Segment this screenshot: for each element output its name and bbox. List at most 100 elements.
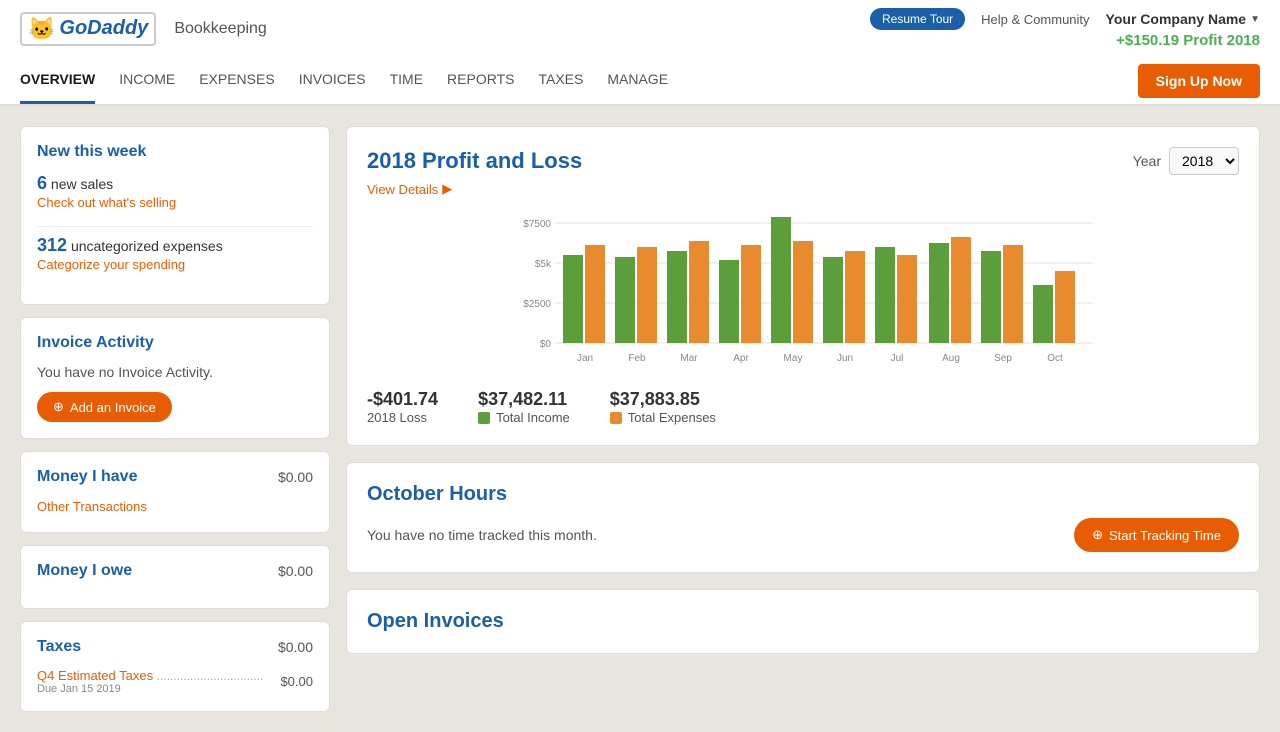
october-hours-title: October Hours	[367, 483, 1239, 506]
add-invoice-label: Add an Invoice	[70, 400, 156, 415]
income-label: Total Income	[478, 410, 570, 425]
header-top: 🐱 GoDaddy Bookkeeping Resume Tour Help &…	[0, 0, 1280, 57]
income-value: $37,482.11	[478, 389, 570, 410]
bookkeeping-label: Bookkeeping	[174, 20, 267, 38]
left-panel: New this week 6 new sales Check out what…	[20, 126, 330, 712]
help-community-link[interactable]: Help & Community	[981, 12, 1089, 27]
nav-manage[interactable]: MANAGE	[607, 57, 668, 104]
nav-income[interactable]: INCOME	[119, 57, 175, 104]
godaddy-logo-text: GoDaddy	[59, 17, 148, 40]
header: 🐱 GoDaddy Bookkeeping Resume Tour Help &…	[0, 0, 1280, 106]
loss-value: -$401.74	[367, 389, 438, 410]
right-panel: 2018 Profit and Loss Year 2018 2017 View…	[346, 126, 1260, 712]
money-owe-card: Money I owe $0.00	[20, 545, 330, 609]
expenses-stat: $37,883.85 Total Expenses	[610, 389, 716, 425]
svg-text:Feb: Feb	[628, 353, 646, 364]
taxes-q4-item: Q4 Estimated Taxes .....................…	[37, 668, 313, 695]
sales-item: 6 new sales Check out what's selling	[37, 173, 313, 212]
expenses-dot	[610, 412, 622, 424]
signup-button[interactable]: Sign Up Now	[1138, 64, 1260, 98]
invoice-activity-card: Invoice Activity You have no Invoice Act…	[20, 317, 330, 439]
october-hours-card: October Hours You have no time tracked t…	[346, 462, 1260, 573]
taxes-header: Taxes $0.00	[37, 638, 313, 656]
nav-reports[interactable]: REPORTS	[447, 57, 514, 104]
svg-text:$5k: $5k	[535, 259, 552, 270]
svg-text:Apr: Apr	[733, 353, 749, 364]
add-invoice-button[interactable]: ⊕ Add an Invoice	[37, 392, 172, 422]
expenses-item: 312 uncategorized expenses Categorize yo…	[37, 235, 313, 274]
header-right: Resume Tour Help & Community Your Compan…	[870, 8, 1260, 49]
pnl-title: 2018 Profit and Loss	[367, 148, 582, 174]
money-owe-header: Money I owe $0.00	[37, 562, 313, 580]
income-stat: $37,482.11 Total Income	[478, 389, 570, 425]
taxes-q4-left: Q4 Estimated Taxes .....................…	[37, 668, 263, 695]
money-have-card: Money I have $0.00 Other Transactions	[20, 451, 330, 533]
profit-display: +$150.19 Profit 2018	[1116, 32, 1260, 49]
taxes-title: Taxes	[37, 638, 81, 656]
svg-text:$0: $0	[540, 339, 552, 350]
loss-label: 2018 Loss	[367, 410, 438, 425]
pnl-chart-svg: $7500 $5k $2500 $0	[367, 213, 1239, 373]
expenses-count: 312	[37, 235, 67, 255]
nav-time[interactable]: TIME	[390, 57, 423, 104]
open-invoices-card: Open Invoices	[346, 589, 1260, 654]
taxes-card: Taxes $0.00 Q4 Estimated Taxes .........…	[20, 621, 330, 712]
october-hours-empty: You have no time tracked this month.	[367, 527, 597, 543]
company-dropdown-arrow: ▼	[1250, 14, 1260, 25]
track-label: Start Tracking Time	[1109, 528, 1221, 543]
year-select-area: Year 2018 2017	[1133, 147, 1239, 175]
expenses-value: $37,883.85	[610, 389, 716, 410]
q4-taxes-link[interactable]: Q4 Estimated Taxes .....................…	[37, 668, 263, 683]
pnl-card: 2018 Profit and Loss Year 2018 2017 View…	[346, 126, 1260, 446]
nav-taxes[interactable]: TAXES	[538, 57, 583, 104]
svg-text:May: May	[784, 353, 803, 364]
main-nav: OVERVIEW INCOME EXPENSES INVOICES TIME R…	[0, 57, 1280, 105]
sales-label: new sales	[51, 176, 113, 192]
godaddy-logo-icon: 🐱	[28, 16, 55, 42]
taxes-due-date: Due Jan 15 2019	[37, 683, 263, 695]
year-label: Year	[1133, 153, 1161, 169]
q4-taxes-amount: $0.00	[280, 674, 313, 689]
nav-links: OVERVIEW INCOME EXPENSES INVOICES TIME R…	[20, 57, 668, 104]
new-week-title: New this week	[37, 143, 313, 161]
nav-invoices[interactable]: INVOICES	[299, 57, 366, 104]
sales-text: 6 new sales	[37, 173, 313, 194]
money-have-amount: $0.00	[278, 469, 313, 485]
income-dot	[478, 412, 490, 424]
money-have-header: Money I have $0.00	[37, 468, 313, 486]
svg-text:Jun: Jun	[837, 353, 853, 364]
divider	[37, 226, 313, 227]
categorize-link[interactable]: Categorize your spending	[37, 257, 185, 272]
other-transactions-link[interactable]: Other Transactions	[37, 499, 147, 514]
svg-text:$7500: $7500	[523, 219, 551, 230]
start-tracking-button[interactable]: ⊕ Start Tracking Time	[1074, 518, 1239, 552]
header-right-top: Resume Tour Help & Community Your Compan…	[870, 8, 1260, 30]
check-selling-link[interactable]: Check out what's selling	[37, 195, 176, 210]
view-details-link[interactable]: View Details ▶	[367, 181, 1239, 197]
svg-text:$2500: $2500	[523, 299, 551, 310]
expenses-text: 312 uncategorized expenses	[37, 235, 313, 256]
svg-text:Jul: Jul	[891, 353, 904, 364]
logo-area: 🐱 GoDaddy Bookkeeping	[20, 12, 267, 46]
svg-text:Oct: Oct	[1047, 353, 1063, 364]
resume-tour-button[interactable]: Resume Tour	[870, 8, 965, 30]
money-have-title: Money I have	[37, 468, 137, 486]
october-hours-content: You have no time tracked this month. ⊕ S…	[367, 518, 1239, 552]
invoice-empty-text: You have no Invoice Activity.	[37, 364, 313, 380]
year-select[interactable]: 2018 2017	[1169, 147, 1239, 175]
nav-overview[interactable]: OVERVIEW	[20, 57, 95, 104]
company-name-dropdown[interactable]: Your Company Name ▼	[1106, 11, 1260, 27]
pnl-header: 2018 Profit and Loss Year 2018 2017	[367, 147, 1239, 175]
open-invoices-title: Open Invoices	[367, 610, 1239, 633]
taxes-amount: $0.00	[278, 639, 313, 655]
pnl-stats: -$401.74 2018 Loss $37,482.11 Total Inco…	[367, 389, 1239, 425]
add-invoice-icon: ⊕	[53, 399, 64, 415]
taxes-dots: ................................	[157, 669, 264, 683]
loss-stat: -$401.74 2018 Loss	[367, 389, 438, 425]
svg-text:Sep: Sep	[994, 353, 1012, 364]
new-this-week-card: New this week 6 new sales Check out what…	[20, 126, 330, 305]
nav-expenses[interactable]: EXPENSES	[199, 57, 274, 104]
sales-count: 6	[37, 173, 47, 193]
view-details-arrow: ▶	[442, 181, 452, 197]
svg-text:Mar: Mar	[680, 353, 698, 364]
